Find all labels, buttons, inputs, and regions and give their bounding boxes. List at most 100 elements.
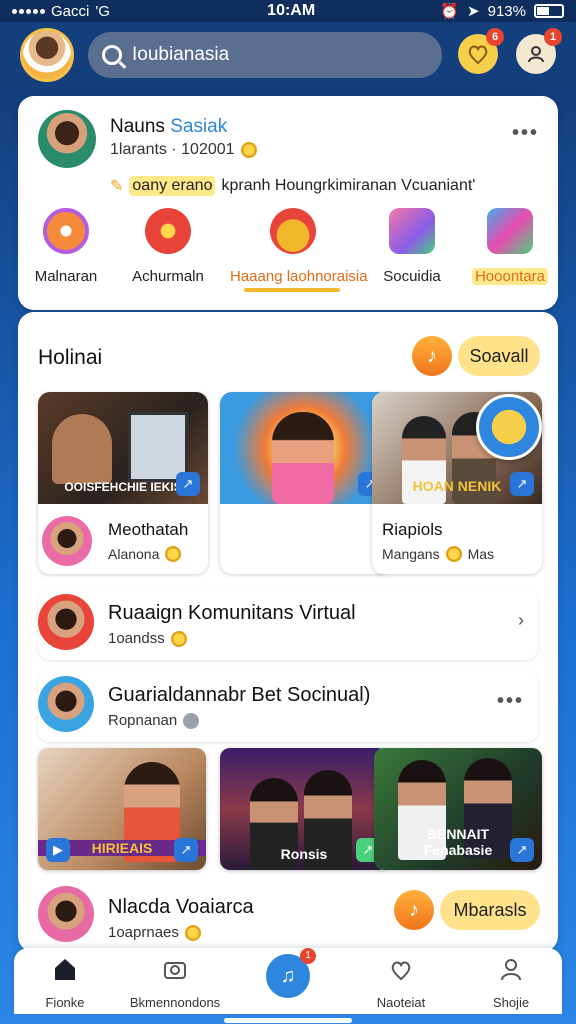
- profile-avatar[interactable]: [38, 110, 96, 168]
- members-button[interactable]: Mbarasls: [440, 890, 540, 930]
- battery-percent: 913%: [487, 2, 526, 20]
- row-subtitle: 1oaprnaes: [108, 924, 201, 941]
- nav-label: Fionke: [45, 995, 85, 1010]
- crown-icon: [184, 924, 201, 941]
- profile-first-name: Nauns: [110, 116, 165, 137]
- row-subtitle-text: Ropnanan: [108, 712, 178, 729]
- nav-notifications[interactable]: Naoteiat: [346, 956, 456, 1010]
- share-icon[interactable]: ↗: [510, 838, 534, 862]
- notification-button[interactable]: 6: [458, 28, 504, 74]
- promo-text: ✎ oany erano kpranh Houngrkimiranan Vcua…: [110, 176, 475, 196]
- share-icon[interactable]: ↗: [174, 838, 198, 862]
- chevron-right-icon[interactable]: ›: [518, 610, 524, 631]
- nav-home[interactable]: Fionke: [10, 956, 120, 1010]
- row-title: Guarialdannabr Bet Socinual): [108, 684, 371, 706]
- profile-meta: 1larants · 102001: [110, 141, 257, 159]
- card-subtitle-text: Alanona: [108, 546, 160, 562]
- category-music[interactable]: Malnaran: [12, 208, 120, 285]
- active-tab-indicator: [244, 288, 340, 292]
- community-row[interactable]: Guarialdannabr Bet Socinual) Ropnanan ••…: [38, 670, 538, 742]
- row-subtitle: 1oandss: [108, 630, 187, 647]
- category-label: Haaang laohnoraisia: [230, 268, 368, 285]
- apps-icon: [487, 208, 533, 254]
- person-icon: [501, 959, 521, 981]
- singer-figure: [272, 412, 334, 504]
- music-note-button[interactable]: ♪: [412, 336, 452, 376]
- video-card[interactable]: ↗: [220, 392, 390, 574]
- search-bar[interactable]: Ioubianasia: [88, 32, 442, 78]
- share-icon[interactable]: ↗: [176, 472, 200, 496]
- pencil-icon: ✎: [110, 178, 124, 195]
- mascot-badge-icon[interactable]: [476, 394, 542, 460]
- promo-highlight: oany erano: [129, 176, 216, 196]
- search-icon: [102, 45, 122, 65]
- heart-outline-icon: [391, 961, 411, 981]
- carrier-label: Gacci: [51, 2, 90, 20]
- video-thumbnail: OOISFEHCHIE IEKIS ↗: [38, 392, 208, 504]
- more-options-icon[interactable]: •••: [497, 690, 524, 713]
- card-title: Riapiols: [382, 520, 443, 539]
- location-icon: ➤: [467, 3, 480, 20]
- user-avatar[interactable]: [20, 28, 74, 82]
- category-community[interactable]: Haaang laohnoraisia: [230, 208, 368, 285]
- mascot-icon: [270, 208, 316, 254]
- row-title: Nlacda Voaiarca: [108, 896, 254, 918]
- status-bar: Gacci 'G 10:AM ⏰ ➤ 913%: [0, 0, 576, 22]
- photo-card[interactable]: HIRIEAIS ▶ ↗: [38, 748, 206, 870]
- clock-icon: [183, 712, 200, 729]
- profile-stats: 1larants · 102001: [110, 141, 235, 158]
- more-options-icon[interactable]: •••: [512, 122, 539, 145]
- music-note-icon: ♪: [427, 344, 437, 367]
- network-label: 'G: [95, 2, 110, 20]
- app-header: Ioubianasia 6 1: [0, 22, 576, 88]
- search-heart-icon: [145, 208, 191, 254]
- profile-last-name: Sasiak: [170, 116, 228, 137]
- crown-icon: [445, 546, 462, 562]
- clock: 10:AM: [267, 2, 316, 19]
- group-avatar: [38, 676, 94, 732]
- category-label: Hooontara: [471, 268, 549, 285]
- crown-icon: [165, 546, 182, 562]
- row-subtitle-text: 1oaprnaes: [108, 924, 179, 941]
- category-label: Socuidia: [383, 268, 441, 285]
- search-input[interactable]: Ioubianasia: [132, 44, 229, 66]
- row-subtitle-text: 1oandss: [108, 630, 165, 647]
- nav-profile[interactable]: Shojie: [456, 956, 566, 1010]
- coin-icon: [240, 142, 257, 158]
- profile-menu-button[interactable]: 1: [516, 28, 562, 74]
- photo-card[interactable]: BENNAIT Fenabasie ↗: [374, 748, 542, 870]
- camera-icon: [164, 962, 186, 979]
- music-icon: [43, 208, 89, 254]
- nav-camera[interactable]: Bkmennondons: [120, 956, 230, 1010]
- category-social[interactable]: Socuidia: [358, 208, 466, 285]
- video-thumbnail: ↗: [220, 392, 390, 504]
- social-icon: [389, 208, 435, 254]
- featured-row[interactable]: Nlacda Voaiarca 1oaprnaes: [38, 882, 358, 948]
- community-row[interactable]: Ruaaign Komunitans Virtual 1oandss ›: [38, 588, 538, 660]
- group-avatar: [38, 594, 94, 650]
- category-activity[interactable]: Achurmaln: [114, 208, 222, 285]
- photo-card[interactable]: Ronsis ↗: [220, 748, 388, 870]
- music-note-button[interactable]: ♪: [394, 890, 434, 930]
- nav-badge: 1: [300, 948, 316, 964]
- creator-avatar[interactable]: [42, 516, 92, 566]
- card-subtitle: Alanona: [108, 546, 182, 562]
- section-title: Holinai: [38, 346, 103, 369]
- home-indicator: [224, 1018, 352, 1023]
- signal-icon: [12, 8, 45, 14]
- category-row: Malnaran Achurmaln Haaang laohnoraisia S…: [18, 208, 558, 298]
- promo-body: kpranh Houngrkimiranan Vcuaniant': [221, 177, 476, 194]
- row-title: Ruaaign Komunitans Virtual: [108, 602, 356, 624]
- home-icon: [55, 959, 75, 980]
- nav-music-center[interactable]: ♫ 1: [266, 948, 316, 998]
- row-subtitle: Ropnanan: [108, 712, 200, 729]
- notification-badge: 6: [486, 28, 504, 46]
- profile-card: Nauns Sasiak 1larants · 102001 ••• ✎ oan…: [18, 96, 558, 310]
- category-more[interactable]: Hooontara: [456, 208, 564, 286]
- card-subtitle-extra: Mas: [467, 546, 495, 562]
- share-icon[interactable]: ↗: [510, 472, 534, 496]
- see-all-button[interactable]: Soavall: [458, 336, 540, 376]
- play-icon[interactable]: ▶: [46, 838, 70, 862]
- video-card[interactable]: OOISFEHCHIE IEKIS ↗ Meothatah Alanona: [38, 392, 208, 574]
- profile-name: Nauns Sasiak: [110, 116, 227, 138]
